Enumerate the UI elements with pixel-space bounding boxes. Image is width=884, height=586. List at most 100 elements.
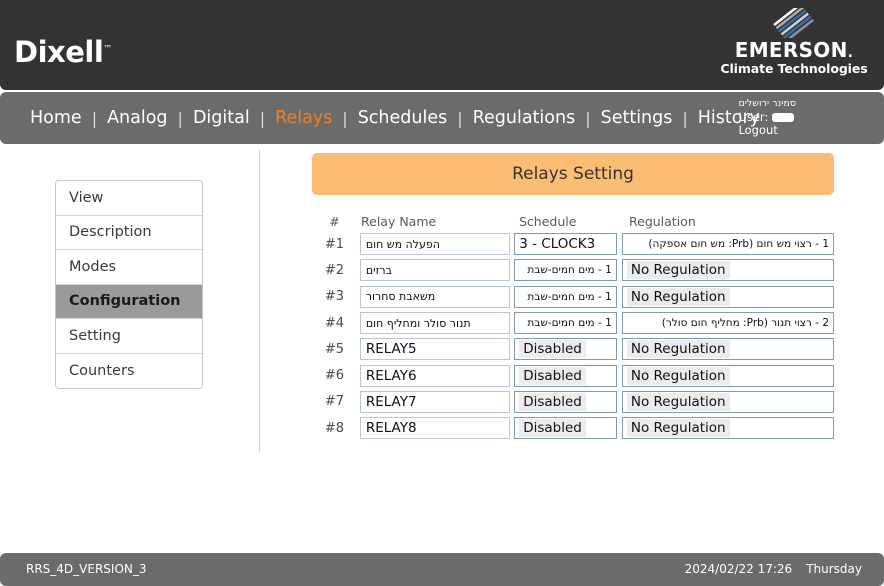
regulation-value: No Regulation [626, 261, 730, 280]
nav-item-analog[interactable]: Analog [99, 108, 175, 128]
relay-name-input[interactable]: RELAY8 [359, 417, 511, 440]
sidebar-menu: View Description Modes Configuration Setting… [55, 180, 203, 389]
nav-separator: | [259, 108, 266, 128]
sidebar-item-label: View [69, 189, 104, 206]
table-row: #7 RELAY7 Disabled No Regulation [312, 389, 834, 415]
regulation-value: 2 - רצוי תנור (Prb: מחליף חום סולר) [661, 317, 829, 330]
trademark-symbol: ™ [103, 44, 112, 55]
user-name-redacted [772, 112, 795, 122]
relay-name-value: RELAY7 [365, 393, 417, 410]
sidebar-item-view[interactable]: View [56, 181, 202, 216]
nav-item-schedules[interactable]: Schedules [350, 108, 456, 128]
schedule-select[interactable]: 1 - מים חמים-שבת [514, 259, 617, 282]
table-row: #1 הפעלה מש חום 3 - CLOCK3 1 - רצוי מש חום … [312, 231, 834, 257]
regulation-select[interactable]: No Regulation [621, 417, 834, 440]
relay-name-input[interactable]: RELAY7 [359, 390, 511, 413]
dixell-logo: Dixell™ [14, 35, 112, 69]
emerson-name-text: EMERSON [734, 38, 848, 62]
user-session-block: סמינר ירושלים User: Logout [738, 97, 796, 138]
schedule-value: Disabled [519, 366, 586, 385]
regulation-select[interactable]: No Regulation [621, 285, 834, 308]
schedule-select[interactable]: Disabled [514, 338, 617, 361]
nav-links: Home | Analog | Digital | Relays | Schedules | Reg… [22, 92, 768, 144]
logout-link[interactable]: Logout [738, 123, 796, 138]
regulation-value: No Regulation [626, 287, 730, 306]
schedule-select[interactable]: Disabled [514, 390, 617, 413]
nav-item-digital[interactable]: Digital [185, 108, 258, 128]
sidebar-item-modes[interactable]: Modes [56, 250, 202, 285]
footer-datetime-block: 2024/02/22 17:26 Thursday [685, 562, 862, 576]
sidebar-item-description[interactable]: Description [56, 215, 202, 250]
nav-separator: | [682, 108, 688, 128]
table-row: #5 RELAY5 Disabled No Regulation [312, 336, 834, 362]
relay-index-label: #5 [324, 341, 344, 357]
main-navigation-bar: Home | Analog | Digital | Relays | Schedules | Reg… [0, 92, 884, 144]
sidebar-item-configuration[interactable]: Configuration [56, 284, 202, 319]
schedule-select[interactable]: 1 - מים חמים-שבת [514, 285, 617, 308]
nav-separator: | [342, 108, 348, 128]
nav-item-regulations[interactable]: Regulations [465, 108, 584, 128]
schedule-select[interactable]: 1 - מים חמים-שבת [514, 312, 617, 335]
table-row: #8 RELAY8 Disabled No Regulation [312, 415, 834, 441]
relay-index-label: #1 [324, 236, 344, 252]
content-area: View Description Modes Configuration Setting… [0, 144, 884, 530]
sidebar-item-label: Setting [69, 327, 121, 344]
relay-name-value: RELAY5 [365, 341, 417, 358]
user-row: User: [738, 109, 796, 125]
relay-name-input[interactable]: RELAY6 [359, 364, 511, 387]
relays-table: # Relay Name Schedule Regulation #1 הפעלה… [312, 211, 834, 441]
nav-separator: | [457, 108, 463, 128]
status-footer: RRS_4D_VERSION_3 2024/02/22 17:26 Thursd… [0, 553, 884, 586]
sidebar-item-label: Modes [69, 258, 117, 275]
relay-name-value: משאבת סחרור [365, 290, 436, 304]
table-row: #6 RELAY6 Disabled No Regulation [312, 362, 834, 388]
nav-item-relays[interactable]: Relays [267, 108, 340, 128]
sidebar-item-label: Description [69, 224, 152, 241]
nav-item-home[interactable]: Home [22, 108, 90, 128]
regulation-select[interactable]: No Regulation [621, 259, 834, 282]
schedule-value: 1 - מים חמים-שבת [527, 290, 612, 303]
regulation-value: No Regulation [626, 419, 730, 438]
column-header-relay-name: Relay Name [361, 213, 437, 229]
user-label: User: [738, 109, 769, 124]
relay-index-label: #3 [324, 289, 344, 305]
schedule-select[interactable]: 3 - CLOCK3 [514, 233, 617, 256]
regulation-select[interactable]: 1 - רצוי מש חום (Prb: מש חום אספקה) [621, 233, 834, 256]
footer-weekday: Thursday [806, 562, 862, 576]
relay-name-input[interactable]: תנור סולר ומחליף חום [359, 312, 511, 335]
relay-name-value: תנור סולר ומחליף חום [365, 316, 471, 330]
schedule-value: 1 - מים חמים-שבת [527, 264, 612, 277]
schedule-select[interactable]: Disabled [514, 364, 617, 387]
relay-index-label: #7 [324, 394, 344, 410]
regulation-select[interactable]: No Regulation [621, 338, 834, 361]
schedule-value: Disabled [519, 340, 586, 359]
column-header-regulation: Regulation [629, 213, 696, 229]
nav-item-settings[interactable]: Settings [593, 108, 681, 128]
site-name-label: סמינר ירושלים [738, 98, 796, 109]
relay-name-input[interactable]: ברזים [359, 259, 511, 282]
schedule-value: Disabled [519, 392, 586, 411]
relay-name-input[interactable]: RELAY5 [359, 338, 511, 361]
relay-name-value: RELAY6 [365, 367, 417, 384]
sidebar-item-setting[interactable]: Setting [56, 319, 202, 354]
regulation-value: 1 - רצוי מש חום (Prb: מש חום אספקה) [648, 238, 829, 251]
schedule-value: 1 - מים חמים-שבת [527, 317, 612, 330]
relay-name-input[interactable]: הפעלה מש חום [359, 233, 511, 256]
relay-name-value: RELAY8 [365, 420, 417, 437]
relay-index-label: #2 [324, 262, 344, 278]
regulation-select[interactable]: 2 - רצוי תנור (Prb: מחליף חום סולר) [621, 312, 834, 335]
regulation-select[interactable]: No Regulation [621, 364, 834, 387]
relay-name-input[interactable]: משאבת סחרור [359, 285, 511, 308]
regulation-select[interactable]: No Regulation [621, 390, 834, 413]
relay-index-label: #4 [324, 315, 344, 331]
table-row: #2 ברזים 1 - מים חמים-שבת No Regulation [312, 257, 834, 283]
table-row: #4 תנור סולר ומחליף חום 1 - מים חמים-שבת 2 … [312, 310, 834, 336]
emerson-period: . [847, 45, 854, 61]
schedule-select[interactable]: Disabled [514, 417, 617, 440]
regulation-value: No Regulation [626, 366, 730, 385]
nav-separator: | [91, 108, 98, 128]
emerson-mark-icon [773, 8, 814, 38]
sidebar-item-counters[interactable]: Counters [56, 353, 202, 388]
emerson-tagline: Climate Technologies [720, 61, 868, 76]
regulation-value: No Regulation [626, 392, 730, 411]
